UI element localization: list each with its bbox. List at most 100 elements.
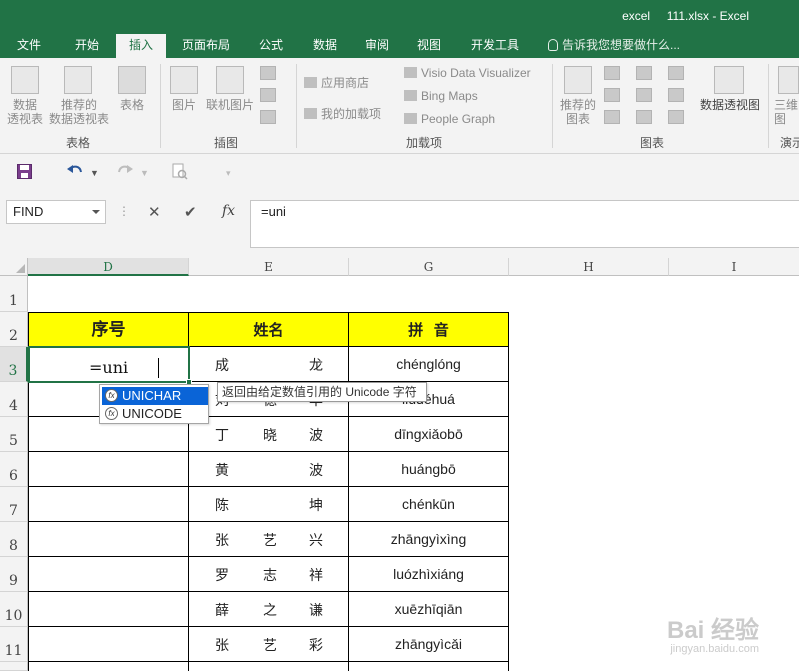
pinyin-cell[interactable]: chénglóng [349, 347, 509, 382]
save-icon[interactable] [17, 164, 32, 179]
index-cell[interactable] [28, 557, 189, 592]
select-all-button[interactable] [0, 258, 28, 276]
name-box[interactable]: FIND [6, 200, 106, 224]
tab-data[interactable]: 数据 [302, 34, 348, 58]
row-header-10[interactable]: 10 [0, 592, 28, 627]
pinyin-cell[interactable]: zhāngyìxìng [349, 522, 509, 557]
index-cell[interactable] [28, 487, 189, 522]
online-pictures-button[interactable]: 联机图片 [204, 98, 256, 112]
line-chart-icon[interactable] [604, 88, 620, 102]
tab-review[interactable]: 审阅 [354, 34, 400, 58]
cancel-icon[interactable]: ✕ [148, 203, 161, 221]
pinyin-cell[interactable]: xuēzhīqiān [349, 592, 509, 627]
header-cell-pinyin[interactable]: 拼 音 [349, 312, 509, 347]
column-header-e[interactable]: E [189, 258, 349, 276]
index-cell[interactable] [28, 627, 189, 662]
row-header-11[interactable]: 11 [0, 627, 28, 662]
pinyin-cell[interactable]: chénkūn [349, 487, 509, 522]
chevron-down-icon[interactable] [92, 210, 100, 214]
pivot-table-button[interactable]: 数据 透视表 [2, 98, 48, 126]
row-header-6[interactable]: 6 [0, 452, 28, 487]
pictures-button[interactable]: 图片 [166, 98, 202, 112]
recommended-charts-button[interactable]: 推荐的 图表 [556, 98, 600, 126]
tab-page-layout[interactable]: 页面布局 [174, 34, 238, 58]
active-cell-d3[interactable]: =uni [28, 346, 192, 385]
row-header-9[interactable]: 9 [0, 557, 28, 592]
redo-dropdown-icon[interactable]: ▼ [140, 168, 149, 178]
name-cell[interactable]: 丁晓波 [189, 417, 349, 452]
column-header-f[interactable]: G [349, 258, 509, 276]
visio-visualizer-button[interactable]: Visio Data Visualizer [404, 66, 531, 80]
undo-icon[interactable] [66, 163, 84, 179]
recommended-charts-icon [564, 66, 592, 94]
row-header-4[interactable]: 4 [0, 382, 28, 417]
autocomplete-item-unicode[interactable]: fx UNICODE [102, 405, 208, 423]
shapes-icon[interactable] [260, 66, 276, 80]
name-cell[interactable]: 陈坤 [189, 487, 349, 522]
undo-dropdown-icon[interactable]: ▼ [90, 168, 99, 178]
name-cell[interactable]: 薛之谦 [189, 592, 349, 627]
row-header-1[interactable]: 1 [0, 276, 28, 312]
row-header-8[interactable]: 8 [0, 522, 28, 557]
name-char: 祥 [309, 567, 323, 583]
combo-chart-icon[interactable] [668, 88, 684, 102]
row-header-2[interactable]: 2 [0, 312, 28, 347]
scatter-chart-icon[interactable] [668, 110, 684, 124]
row-header-12[interactable] [0, 662, 28, 671]
ribbon-tabs: 文件 开始 插入 页面布局 公式 数据 审阅 视图 开发工具 告诉我您想要做什么… [0, 34, 799, 58]
name-cell[interactable] [189, 662, 349, 671]
name-cell[interactable]: 罗志祥 [189, 557, 349, 592]
statistic-chart-icon[interactable] [636, 88, 652, 102]
index-cell[interactable] [28, 592, 189, 627]
index-cell[interactable] [28, 662, 189, 671]
header-cell-name[interactable]: 姓名 [189, 312, 349, 347]
smartart-icon[interactable] [260, 88, 276, 102]
pinyin-cell[interactable]: luózhìxiáng [349, 557, 509, 592]
tab-developer[interactable]: 开发工具 [460, 34, 530, 58]
name-cell[interactable]: 黄波 [189, 452, 349, 487]
pinyin-cell[interactable]: dīngxiǎobō [349, 417, 509, 452]
row-header-3[interactable]: 3 [0, 347, 28, 382]
print-preview-icon[interactable] [172, 163, 188, 180]
screenshot-icon[interactable] [260, 110, 276, 124]
tab-home[interactable]: 开始 [62, 34, 112, 58]
enter-check-icon[interactable]: ✔ [184, 203, 197, 221]
tab-file[interactable]: 文件 [6, 34, 52, 58]
tab-formulas[interactable]: 公式 [248, 34, 294, 58]
insert-function-icon[interactable]: fx [222, 203, 235, 219]
pie-chart-icon[interactable] [604, 110, 620, 124]
name-cell[interactable]: 张艺兴 [189, 522, 349, 557]
pinyin-cell[interactable]: huángbō [349, 452, 509, 487]
pinyin-cell[interactable] [349, 662, 509, 671]
name-cell[interactable]: 张艺彩 [189, 627, 349, 662]
table-button[interactable]: 表格 [112, 98, 152, 112]
row-header-5[interactable]: 5 [0, 417, 28, 452]
my-addins-button[interactable]: 我的加载项 [304, 105, 381, 122]
column-header-i[interactable]: I [669, 258, 799, 276]
tab-view[interactable]: 视图 [406, 34, 452, 58]
store-button[interactable]: 应用商店 [304, 74, 369, 91]
row-header-7[interactable]: 7 [0, 487, 28, 522]
pivot-chart-button[interactable]: 数据透视图 [698, 98, 762, 112]
name-cell[interactable]: 成龙 [189, 347, 349, 382]
hierarchy-chart-icon[interactable] [636, 66, 652, 80]
tell-me-box[interactable]: 告诉我您想要做什么... [548, 34, 680, 58]
bing-maps-button[interactable]: Bing Maps [404, 89, 478, 103]
redo-icon[interactable] [116, 163, 134, 179]
bar-chart-icon[interactable] [636, 110, 652, 124]
pinyin-cell[interactable]: zhāngyìcǎi [349, 627, 509, 662]
recommended-pivot-button[interactable]: 推荐的 数据透视表 [46, 98, 112, 126]
waterfall-chart-icon[interactable] [668, 66, 684, 80]
people-graph-button[interactable]: People Graph [404, 112, 495, 126]
tab-insert[interactable]: 插入 [116, 34, 166, 58]
index-cell[interactable] [28, 452, 189, 487]
customize-toolbar-icon[interactable]: ▾ [226, 168, 231, 179]
formula-input[interactable]: =uni [250, 200, 799, 248]
column-header-h[interactable]: H [509, 258, 669, 276]
column-chart-icon[interactable] [604, 66, 620, 80]
index-cell[interactable] [28, 522, 189, 557]
header-cell-index[interactable]: 序号 [28, 312, 189, 347]
3d-map-button[interactable]: 三维 图 [774, 98, 799, 126]
column-header-d[interactable]: D [28, 258, 189, 276]
autocomplete-item-unichar[interactable]: fx UNICHAR [102, 387, 208, 405]
